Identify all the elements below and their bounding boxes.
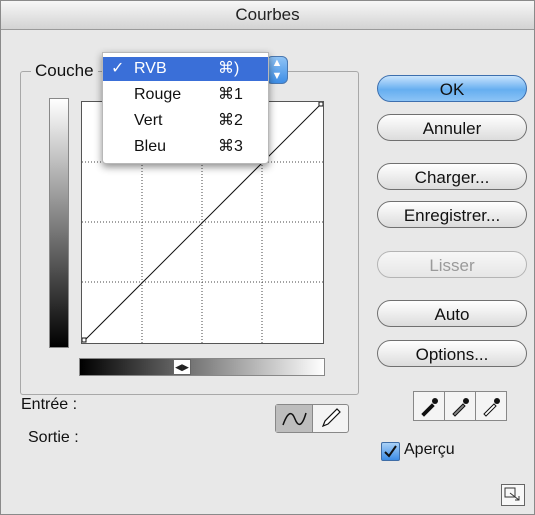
menu-item-label: Vert — [134, 112, 163, 129]
input-label: Entrée : — [21, 396, 78, 413]
cancel-button[interactable]: Annuler — [377, 114, 527, 141]
eyedropper-gray-icon[interactable] — [444, 391, 476, 421]
window-title: Courbes — [1, 1, 534, 30]
load-button[interactable]: Charger... — [377, 163, 527, 190]
pencil-icon[interactable] — [313, 405, 348, 432]
options-button[interactable]: Options... — [377, 340, 527, 367]
curves-dialog: Courbes Couche ▲ ▼ ✓ RVB ⌘) Rouge ⌘1 Vert… — [0, 0, 535, 515]
menu-item-label: Bleu — [134, 138, 167, 155]
resize-icon[interactable] — [501, 484, 525, 506]
preview-label: Aperçu — [404, 441, 455, 458]
menu-item-rvb[interactable]: ✓ RVB ⌘) — [103, 57, 268, 81]
save-button[interactable]: Enregistrer... — [377, 201, 527, 228]
menu-item-label: RVB — [134, 60, 167, 77]
output-gradient-bar — [49, 98, 69, 348]
channel-popup-button[interactable]: ▲ ▼ — [266, 56, 288, 84]
channel-label: Couche — [31, 59, 98, 83]
checkmark-icon: ✓ — [111, 60, 125, 77]
input-gradient-bar — [79, 358, 325, 376]
curve-icon[interactable] — [276, 405, 313, 432]
curve-point-black[interactable] — [82, 337, 87, 343]
ok-button[interactable]: OK — [377, 75, 527, 102]
menu-item-vert[interactable]: Vert ⌘2 — [103, 109, 268, 133]
menu-item-shortcut: ⌘) — [218, 60, 240, 77]
output-label: Sortie : — [28, 429, 79, 446]
gradient-toggle-icon[interactable]: ◀▶ — [173, 359, 191, 375]
menu-item-shortcut: ⌘3 — [218, 138, 243, 155]
menu-item-rouge[interactable]: Rouge ⌘1 — [103, 83, 268, 107]
eyedropper-white-icon[interactable] — [475, 391, 507, 421]
curve-tool-group — [275, 404, 349, 433]
preview-checkbox[interactable] — [381, 442, 400, 461]
eyedropper-black-icon[interactable] — [413, 391, 445, 421]
curve-point-white[interactable] — [318, 102, 323, 107]
menu-item-shortcut: ⌘2 — [218, 112, 243, 129]
auto-button[interactable]: Auto — [377, 300, 527, 327]
channel-dropdown-menu: ✓ RVB ⌘) Rouge ⌘1 Vert ⌘2 Bleu ⌘3 — [102, 52, 269, 164]
menu-item-bleu[interactable]: Bleu ⌘3 — [103, 135, 268, 159]
smooth-button[interactable]: Lisser — [377, 251, 527, 278]
menu-item-shortcut: ⌘1 — [218, 86, 243, 103]
menu-item-label: Rouge — [134, 86, 182, 103]
